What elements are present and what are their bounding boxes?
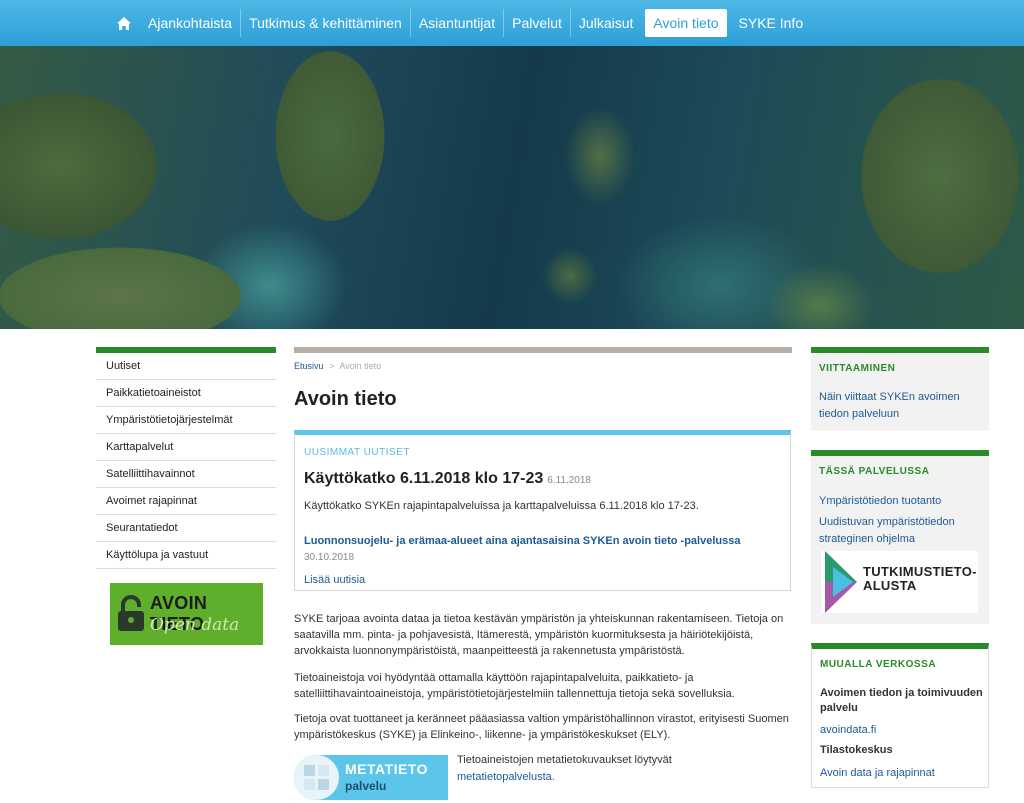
news-item-title-text[interactable]: Käyttökatko 6.11.2018 klo 17-23 — [304, 470, 543, 487]
intro-paragraph-1: SYKE tarjoaa avointa dataa ja tietoa kes… — [294, 613, 784, 657]
page-title: Avoin tieto — [294, 388, 397, 410]
metatieto-link[interactable]: metatietopalvelusta. — [457, 771, 555, 783]
sidebar-title-muualla-verkossa: MUUALLA VERKOSSA — [820, 659, 936, 670]
news-box: UUSIMMAT UUTISET Käyttökatko 6.11.2018 k… — [294, 430, 791, 591]
sidebar-link-viittaaminen[interactable]: Näin viittaat SYKEn avoimen tiedon palve… — [819, 389, 979, 423]
left-nav-item-seurantatiedot[interactable]: Seurantatiedot — [96, 515, 276, 542]
sidebar-title-viittaaminen: VIITTAAMINEN — [819, 363, 896, 374]
tutkimustietoalusta-text: TUTKIMUSTIETO- ALUSTA — [863, 565, 977, 593]
breadcrumb: Etusivu > Avoin tieto — [294, 361, 381, 371]
nav-item-julkaisut[interactable]: Julkaisut — [569, 9, 641, 37]
left-nav-item-satelliittihavainnot[interactable]: Satelliittihavainnot — [96, 461, 276, 488]
sidebar-link-avoin-data-rajapinnat[interactable]: Avoin data ja rajapinnat — [820, 765, 980, 782]
left-nav-item-avoimet-rajapinnat[interactable]: Avoimet rajapinnat — [96, 488, 276, 515]
news-item-date: 6.11.2018 — [547, 475, 591, 486]
metatieto-text: Tietoaineistojen metatietokuvaukset löyt… — [457, 752, 697, 786]
nav-item-asiantuntijat[interactable]: Asiantuntijat — [409, 9, 503, 37]
left-nav-item-ymparistotietojarjestelmat[interactable]: Ympäristötietojärjestelmät — [96, 407, 276, 434]
avoin-tieto-logo[interactable]: AVOIN TIETO Open data — [110, 583, 263, 645]
left-navigation: Uutiset Paikkatietoaineistot Ympäristöti… — [96, 347, 276, 569]
breadcrumb-current: Avoin tieto — [339, 361, 382, 371]
tutkimustietoalusta-logo[interactable]: TUTKIMUSTIETO- ALUSTA — [821, 551, 978, 613]
sidebar-link-ymparistotiedon-tuotanto[interactable]: Ympäristötiedon tuotanto — [819, 493, 979, 510]
nav-item-avoin-tieto[interactable]: Avoin tieto — [645, 9, 727, 37]
news-item-title[interactable]: Käyttökatko 6.11.2018 klo 17-23 6.11.2018 — [304, 470, 591, 488]
tutkimustietoalusta-icon — [825, 551, 857, 613]
metatieto-globe-icon — [294, 755, 339, 800]
intro-paragraph-2: Tietoaineistoja voi hyödyntää ottamalla … — [294, 672, 735, 700]
sidebar-box-viittaaminen: VIITTAAMINEN Näin viittaat SYKEn avoimen… — [811, 347, 989, 431]
metatieto-logo[interactable]: METATIETO palvelu — [294, 755, 448, 800]
news-item-link[interactable]: Luonnonsuojelu- ja erämaa-alueet aina aj… — [304, 535, 740, 547]
sidebar-label-avoimen-tiedon-palvelu: Avoimen tiedon ja toimivuuden palvelu — [820, 687, 983, 714]
sidebar-box-tassa-palvelussa: TÄSSÄ PALVELUSSA Ympäristötiedon tuotant… — [811, 450, 989, 624]
left-nav-item-uutiset[interactable]: Uutiset — [96, 353, 276, 380]
left-nav-item-paikkatietoaineistot[interactable]: Paikkatietoaineistot — [96, 380, 276, 407]
nav-item-syke-info[interactable]: SYKE Info — [731, 9, 812, 37]
sidebar-title-tassa-palvelussa: TÄSSÄ PALVELUSSA — [819, 466, 930, 477]
left-nav-item-karttapalvelut[interactable]: Karttapalvelut — [96, 434, 276, 461]
breadcrumb-separator: > — [329, 361, 335, 371]
breadcrumb-home[interactable]: Etusivu — [294, 361, 324, 371]
satellite-banner-image — [0, 46, 1024, 329]
metatieto-description: Tietoaineistojen metatietokuvaukset löyt… — [457, 754, 672, 766]
nav-menu: Ajankohtaista Tutkimus & kehittäminen As… — [108, 9, 811, 37]
logo-text-open-data: Open data — [150, 615, 240, 635]
more-news-link[interactable]: Lisää uutisia — [304, 574, 365, 586]
nav-item-palvelut[interactable]: Palvelut — [503, 9, 570, 37]
tutkimustietoalusta-line1: TUTKIMUSTIETO- — [863, 564, 977, 579]
nav-item-ajankohtaista[interactable]: Ajankohtaista — [140, 9, 240, 37]
nav-item-tutkimus[interactable]: Tutkimus & kehittäminen — [240, 9, 410, 37]
sidebar-link-strateginen-ohjelma[interactable]: Uudistuvan ympäristötiedon strateginen o… — [819, 514, 979, 548]
news-item-body: Käyttökatko SYKEn rajapintapalveluissa j… — [304, 500, 699, 512]
tutkimustietoalusta-line2: ALUSTA — [863, 578, 917, 593]
intro-paragraph-3: Tietoja ovat tuottaneet ja keränneet pää… — [294, 713, 789, 741]
sidebar-link-avoindata[interactable]: avoindata.fi — [820, 722, 980, 739]
metatieto-logo-subtext: palvelu — [345, 779, 387, 793]
lock-icon — [118, 595, 144, 631]
news-heading: UUSIMMAT UUTISET — [304, 447, 410, 458]
news-item-date-2: 30.10.2018 — [304, 552, 355, 563]
top-navigation: Ajankohtaista Tutkimus & kehittäminen As… — [0, 0, 1024, 46]
home-icon[interactable] — [108, 9, 140, 37]
left-nav-item-kayttolupa[interactable]: Käyttölupa ja vastuut — [96, 542, 276, 569]
main-top-bar — [294, 347, 792, 353]
sidebar-label-tilastokeskus: Tilastokeskus — [820, 744, 893, 756]
sidebar-box-muualla-verkossa: MUUALLA VERKOSSA Avoimen tiedon ja toimi… — [811, 643, 989, 788]
metatieto-logo-text: METATIETO — [345, 761, 429, 777]
